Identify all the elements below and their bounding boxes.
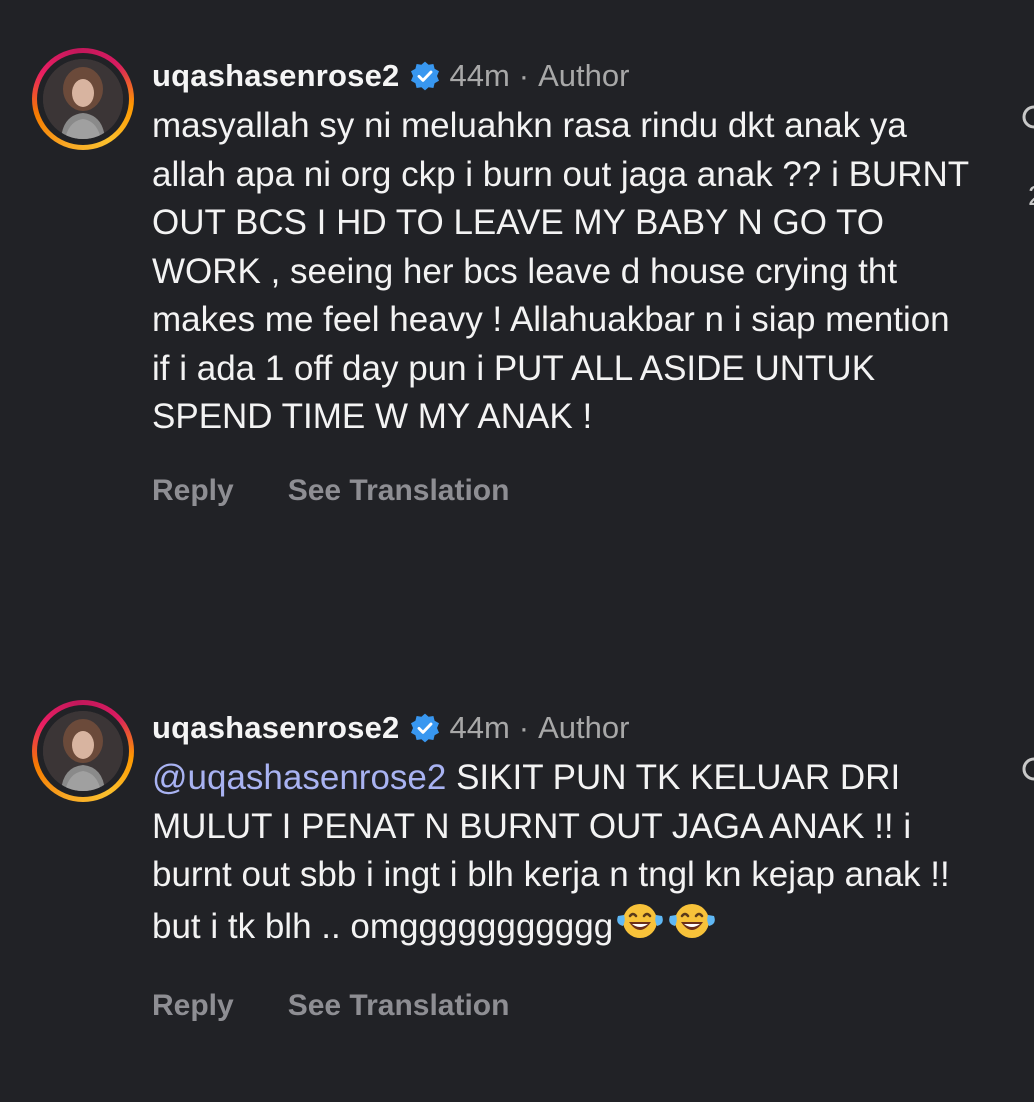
comment-header: uqashasenrose2 44m · Author	[152, 54, 972, 98]
see-translation-button[interactable]: See Translation	[288, 989, 510, 1023]
profile-photo	[43, 711, 123, 791]
comments-screen: uqashasenrose2 44m · Author masyallah sy…	[0, 0, 1034, 1102]
face-with-tears-of-joy-icon	[669, 903, 715, 938]
profile-photo	[43, 59, 123, 139]
reply-button[interactable]: Reply	[152, 989, 234, 1023]
heart-icon[interactable]	[1020, 104, 1034, 130]
comment-actions: Reply See Translation	[152, 474, 972, 508]
author-label: Author	[538, 710, 630, 745]
avatar[interactable]	[32, 48, 134, 150]
verified-badge-icon	[411, 713, 440, 743]
comment-header: uqashasenrose2 44m · Author	[152, 706, 972, 750]
username[interactable]: uqashasenrose2	[152, 710, 399, 746]
mention-link[interactable]: @uqashasenrose2	[152, 758, 446, 797]
reply-button[interactable]: Reply	[152, 474, 234, 508]
timestamp: 44m	[449, 58, 510, 93]
face-with-tears-of-joy-icon	[617, 903, 663, 938]
verified-badge-icon	[411, 61, 440, 91]
username[interactable]: uqashasenrose2	[152, 58, 399, 94]
comment-actions: Reply See Translation	[152, 989, 972, 1023]
author-label: Author	[538, 58, 630, 93]
comment-text: masyallah sy ni meluahkn rasa rindu dkt …	[152, 106, 969, 436]
timestamp: 44m	[449, 710, 510, 745]
comment-body: uqashasenrose2 44m · Author @uqashasenro…	[152, 706, 972, 1023]
see-translation-button[interactable]: See Translation	[288, 474, 510, 508]
separator: ·	[518, 710, 530, 745]
heart-icon[interactable]	[1020, 756, 1034, 782]
like-count: 2	[1028, 180, 1034, 212]
separator: ·	[518, 58, 530, 93]
comment-body: uqashasenrose2 44m · Author masyallah sy…	[152, 54, 972, 508]
comment-text: @uqashasenrose2 SIKIT PUN TK KELUAR DRI …	[152, 754, 972, 951]
avatar[interactable]	[32, 700, 134, 802]
